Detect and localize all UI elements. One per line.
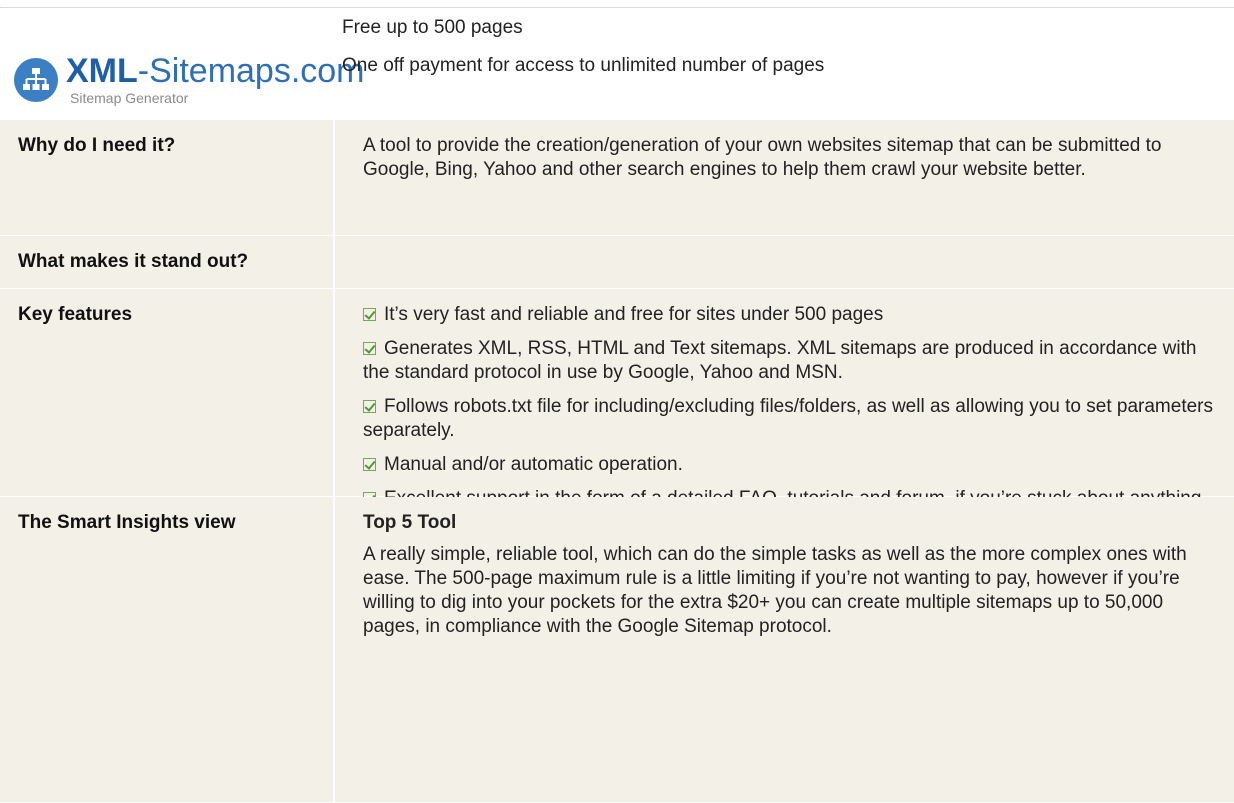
feature-item: Follows robots.txt file for including/ex… bbox=[363, 395, 1213, 443]
feature-item: It’s very fast and reliable and free for… bbox=[363, 303, 1213, 327]
feature-item: Manual and/or automatic operation. bbox=[363, 453, 1213, 477]
logo-wordmark-rest: -Sitemaps.com bbox=[137, 52, 365, 90]
sitemap-icon bbox=[14, 58, 58, 102]
row-label: Key features bbox=[18, 304, 133, 325]
row-text: A tool to provide the creation/generatio… bbox=[363, 135, 1162, 180]
checkbox-icon bbox=[363, 308, 376, 321]
checkbox-icon bbox=[363, 400, 376, 413]
feature-text: Follows robots.txt file for including/ex… bbox=[363, 396, 1213, 441]
feature-text: Manual and/or automatic operation. bbox=[384, 454, 683, 475]
feature-text: It’s very fast and reliable and free for… bbox=[384, 304, 884, 325]
column-divider bbox=[333, 120, 335, 803]
checkbox-icon bbox=[363, 342, 376, 355]
feature-list: It’s very fast and reliable and free for… bbox=[363, 303, 1213, 521]
row-label: Why do I need it? bbox=[18, 135, 176, 156]
checkbox-icon bbox=[363, 458, 376, 471]
row-smart-insights-view: The Smart Insights view Top 5 Tool A rea… bbox=[0, 497, 1234, 803]
header-row: XML-Sitemaps.com Sitemap Generator Free … bbox=[0, 8, 1234, 120]
view-rating-title: Top 5 Tool bbox=[363, 512, 457, 533]
pricing-info: Free up to 500 pages One off payment for… bbox=[342, 16, 824, 92]
row-why-need-it: Why do I need it? A tool to provide the … bbox=[0, 120, 1234, 236]
view-content: Top 5 Tool A really simple, reliable too… bbox=[363, 511, 1213, 639]
logo-wordmark: XML-Sitemaps.com bbox=[66, 52, 365, 90]
logo-wordmark-bold: XML bbox=[66, 52, 138, 90]
feature-text: Generates XML, RSS, HTML and Text sitema… bbox=[363, 338, 1197, 383]
row-stand-out: What makes it stand out? bbox=[0, 236, 1234, 289]
pricing-line-paid: One off payment for access to unlimited … bbox=[342, 55, 825, 76]
logo-tagline: Sitemap Generator bbox=[70, 90, 189, 106]
view-text: A really simple, reliable tool, which ca… bbox=[363, 544, 1187, 637]
pricing-line-free: Free up to 500 pages bbox=[342, 17, 523, 38]
feature-item: Generates XML, RSS, HTML and Text sitema… bbox=[363, 337, 1213, 385]
row-label: What makes it stand out? bbox=[18, 251, 249, 272]
xml-sitemaps-logo: XML-Sitemaps.com Sitemap Generator bbox=[14, 52, 365, 112]
row-key-features: Key features It’s very fast and reliable… bbox=[0, 289, 1234, 509]
row-label: The Smart Insights view bbox=[18, 512, 236, 533]
